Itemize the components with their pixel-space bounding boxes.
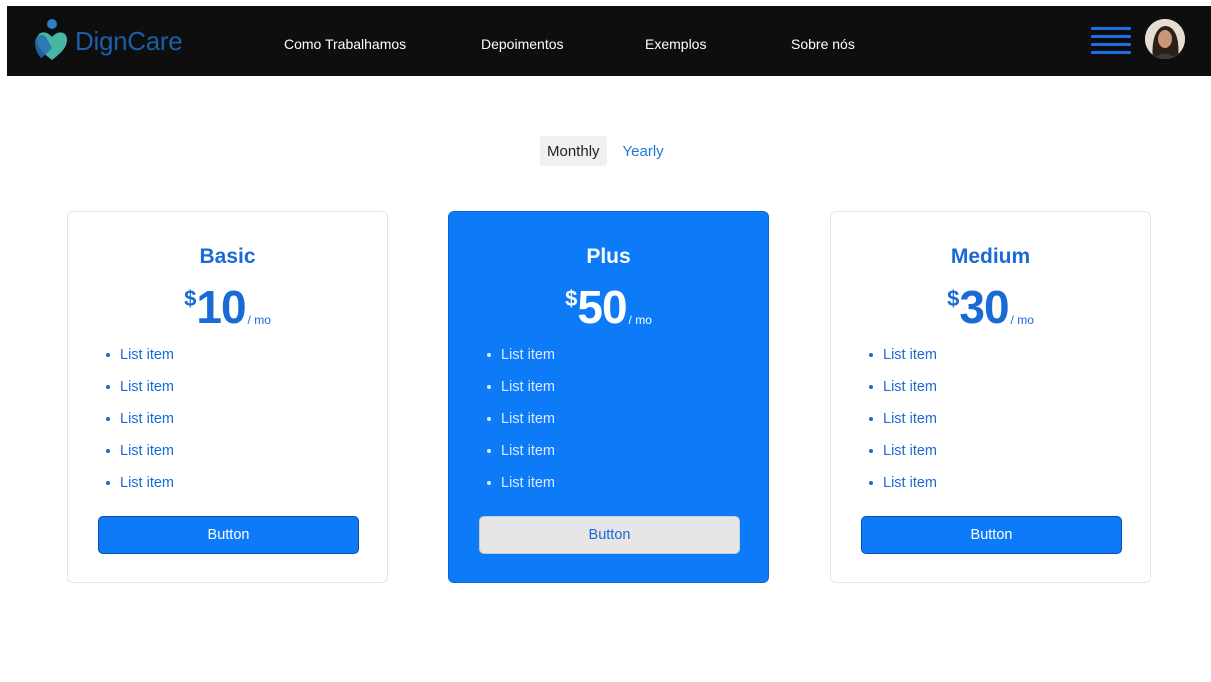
plan-price: $ 10 / mo [68, 284, 387, 330]
list-item: List item [485, 375, 555, 407]
feature-list: List item List item List item List item … [104, 343, 174, 503]
list-item: List item [104, 343, 174, 375]
list-item: List item [104, 407, 174, 439]
list-item: List item [104, 439, 174, 471]
list-item: List item [104, 375, 174, 407]
medium-plan-button[interactable]: Button [861, 516, 1122, 554]
feature-list: List item List item List item List item … [485, 343, 555, 503]
plan-name: Plus [586, 245, 631, 268]
list-item: List item [485, 343, 555, 375]
plan-name: Medium [950, 245, 1031, 268]
price-amount: 10 [196, 281, 246, 333]
price-currency: $ [184, 286, 197, 311]
toggle-yearly[interactable]: Yearly [616, 136, 671, 166]
pricing-card-medium: Medium $ 30 / mo List item List item Lis… [830, 211, 1151, 583]
list-item: List item [867, 375, 937, 407]
nav-link-depoimentos[interactable]: Depoimentos [481, 36, 564, 52]
brand-name: DignCare [75, 25, 183, 56]
pricing-card-plus: Plus $ 50 / mo List item List item List … [448, 211, 769, 583]
list-item: List item [867, 439, 937, 471]
top-navbar: DignCare Como Trabalhamos Depoimentos Ex… [7, 6, 1211, 76]
price-period: / mo [628, 313, 652, 327]
list-item: List item [485, 407, 555, 439]
price-currency: $ [947, 286, 960, 311]
nav-link-sobre-nos[interactable]: Sobre nós [791, 36, 855, 52]
list-item: List item [867, 407, 937, 439]
plus-plan-button[interactable]: Button [479, 516, 740, 554]
list-item: List item [485, 471, 555, 503]
toggle-monthly[interactable]: Monthly [540, 136, 607, 166]
price-period: / mo [1010, 313, 1034, 327]
plan-price: $ 30 / mo [831, 284, 1150, 330]
list-item: List item [867, 471, 937, 503]
price-currency: $ [565, 286, 578, 311]
hamburger-menu-icon[interactable] [1091, 27, 1131, 55]
price-amount: 30 [959, 281, 1009, 333]
feature-list: List item List item List item List item … [867, 343, 937, 503]
brand-logo[interactable]: DignCare [33, 16, 183, 66]
list-item: List item [104, 471, 174, 503]
nav-link-exemplos[interactable]: Exemplos [645, 36, 706, 52]
price-period: / mo [247, 313, 271, 327]
nav-link-como-trabalhamos[interactable]: Como Trabalhamos [284, 36, 406, 52]
avatar-photo-icon [1145, 19, 1185, 59]
list-item: List item [867, 343, 937, 375]
price-amount: 50 [577, 281, 627, 333]
heart-person-logo-icon [35, 19, 67, 60]
billing-period-toggle: Monthly Yearly [540, 136, 671, 166]
list-item: List item [485, 439, 555, 471]
basic-plan-button[interactable]: Button [98, 516, 359, 554]
user-avatar[interactable] [1145, 19, 1185, 59]
plan-name: Basic [199, 245, 256, 268]
pricing-card-basic: Basic $ 10 / mo List item List item List… [67, 211, 388, 583]
plan-price: $ 50 / mo [449, 284, 768, 330]
